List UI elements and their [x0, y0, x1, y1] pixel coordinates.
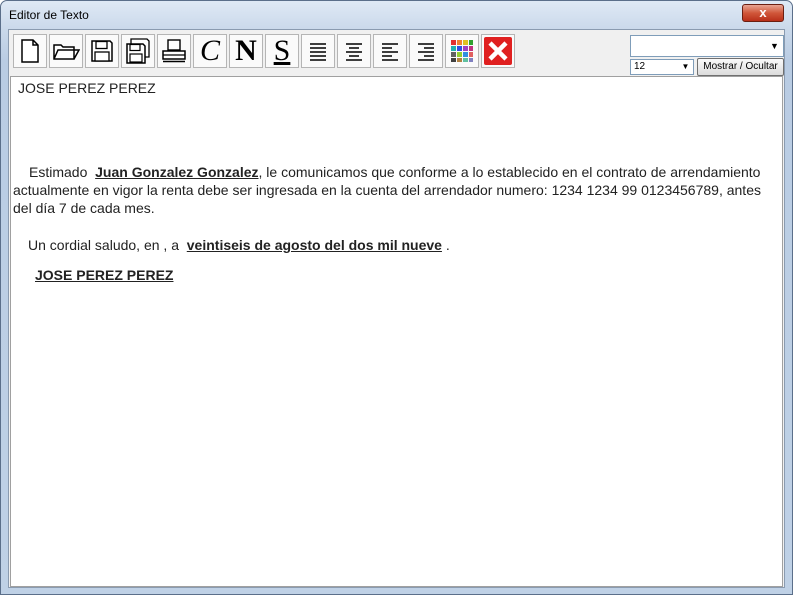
recipient-name: Juan Gonzalez Gonzalez	[95, 164, 259, 180]
print-button[interactable]	[157, 34, 191, 68]
italic-button[interactable]: C	[193, 34, 227, 68]
show-hide-button[interactable]: Mostrar / Ocultar	[697, 58, 784, 76]
bold-icon: N	[235, 34, 257, 67]
open-button[interactable]	[49, 34, 83, 68]
red-x-icon	[484, 37, 512, 65]
printer-icon	[162, 39, 186, 63]
font-name-combo[interactable]: ▼	[630, 35, 784, 57]
greeting-prefix: Estimado	[29, 164, 88, 180]
new-document-button[interactable]	[13, 34, 47, 68]
closing-prefix: Un cordial saludo, en , a	[28, 237, 179, 253]
date-text: veintiseis de agosto del dos mil nueve	[186, 237, 442, 253]
color-button[interactable]	[445, 34, 479, 68]
closing-suffix: .	[445, 237, 450, 253]
sender-name: JOSE PEREZ PEREZ	[18, 80, 156, 96]
align-center-button[interactable]	[337, 34, 371, 68]
align-left-icon	[382, 43, 398, 61]
font-size-combo[interactable]: 12 ▼	[630, 59, 694, 75]
chevron-down-icon[interactable]: ▼	[679, 60, 692, 74]
align-justify-button[interactable]	[301, 34, 335, 68]
align-justify-icon	[310, 43, 326, 61]
closing-line: Un cordial saludo, en , a veintiseis de …	[28, 237, 450, 253]
align-center-icon	[346, 43, 362, 61]
align-right-icon	[418, 43, 434, 61]
save-button[interactable]	[85, 34, 119, 68]
window-title: Editor de Texto	[9, 8, 89, 22]
floppy-disk-icon	[91, 40, 113, 62]
underline-button[interactable]: S	[265, 34, 299, 68]
toolbar: C N S ▼ 12 ▼ Mostrar / Ocultar	[9, 30, 784, 76]
bold-button[interactable]: N	[229, 34, 263, 68]
editor-window: Editor de Texto x C N S ▼ 12 ▼ Mostrar /…	[0, 0, 793, 595]
signature: JOSE PEREZ PEREZ	[35, 267, 174, 283]
window-close-button[interactable]: x	[742, 4, 784, 22]
open-folder-icon	[53, 44, 80, 60]
body-paragraph: Estimado Juan Gonzalez Gonzalez, le comu…	[13, 163, 765, 217]
document-area[interactable]: JOSE PEREZ PEREZ Estimado Juan Gonzalez …	[10, 76, 783, 587]
underline-icon: S	[273, 34, 291, 67]
title-bar: Editor de Texto x	[1, 1, 792, 29]
font-size-value: 12	[634, 61, 646, 72]
save-as-icon	[126, 38, 150, 64]
chevron-down-icon[interactable]: ▼	[767, 37, 782, 55]
client-area: C N S ▼ 12 ▼ Mostrar / Ocultar JOSE PERE…	[8, 29, 785, 588]
italic-icon: C	[199, 34, 220, 67]
color-palette-icon	[451, 40, 473, 62]
align-left-button[interactable]	[373, 34, 407, 68]
save-as-button[interactable]	[121, 34, 155, 68]
align-right-button[interactable]	[409, 34, 443, 68]
close-document-button[interactable]	[481, 34, 515, 68]
new-document-icon	[21, 39, 39, 63]
